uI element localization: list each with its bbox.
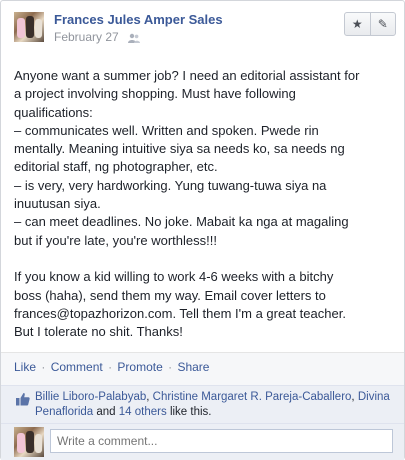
likes-text: Billie Liboro-Palabyab, Christine Margar…: [35, 390, 395, 420]
post-line: frances@topazhorizon.com. Tell them I'm …: [14, 305, 346, 321]
post-line: mentally. Meaning intuitive siya sa need…: [14, 141, 345, 157]
post-meta: February 27: [54, 30, 141, 44]
promote-link[interactable]: Promote: [117, 360, 162, 374]
star-icon[interactable]: ★: [345, 13, 370, 35]
author-avatar[interactable]: [14, 12, 44, 42]
separator: ·: [108, 360, 113, 374]
comma: ,: [351, 391, 355, 403]
actions-bar: Like · Comment · Promote · Share: [1, 352, 404, 385]
likes-summary: Billie Liboro-Palabyab, Christine Margar…: [1, 385, 404, 424]
post-line: – is very, very hardworking. Yung tuwang…: [14, 177, 327, 193]
likes-connector: and: [96, 406, 116, 418]
comment-input[interactable]: [50, 429, 393, 453]
friends-icon: [128, 33, 141, 43]
post-line: qualifications:: [14, 104, 93, 120]
liker-link[interactable]: Billie Liboro-Palabyab: [35, 391, 146, 403]
post-date[interactable]: February 27: [54, 30, 119, 44]
comment-row: [1, 423, 404, 460]
pencil-icon[interactable]: ✎: [369, 13, 396, 35]
thumbs-up-icon: [16, 393, 30, 406]
author-name[interactable]: Frances Jules Amper Sales: [54, 12, 223, 27]
post-body: Anyone want a summer job? I need an edit…: [14, 67, 396, 341]
post-options: ★ ✎: [344, 12, 396, 36]
separator: ·: [168, 360, 173, 374]
post-line: – can meet deadlines. No joke. Mabait ka…: [14, 214, 349, 230]
likes-suffix: like this.: [169, 406, 212, 418]
post-line: – communicates well. Written and spoken.…: [14, 122, 319, 138]
post-card: Frances Jules Amper Sales February 27 ★ …: [0, 0, 405, 460]
post-line: If you know a kid willing to work 4-6 we…: [14, 269, 334, 285]
comment-link[interactable]: Comment: [51, 360, 103, 374]
post-line: Anyone want a summer job? I need an edit…: [14, 68, 360, 83]
post-line: editorial staff, ng photographer, etc.: [14, 159, 218, 175]
like-link[interactable]: Like: [14, 360, 36, 374]
separator: ·: [41, 360, 46, 374]
post-actions: Like · Comment · Promote · Share: [14, 360, 209, 374]
others-link[interactable]: 14 others: [119, 406, 167, 418]
post-line: But I tolerate no shit. Thanks!: [14, 324, 183, 340]
post-line: inuutusan siya.: [14, 196, 101, 212]
post-line: boss (haha), send them my way. Email cov…: [14, 287, 326, 303]
liker-link[interactable]: Christine Margaret R. Pareja-Caballero: [153, 391, 352, 403]
viewer-avatar[interactable]: [14, 427, 44, 457]
post-line: a project involving shopping. Must have …: [14, 86, 296, 102]
post-line: but if you're late, you're worthless!!!: [14, 232, 217, 248]
share-link[interactable]: Share: [177, 360, 209, 374]
comma: ,: [146, 391, 150, 403]
